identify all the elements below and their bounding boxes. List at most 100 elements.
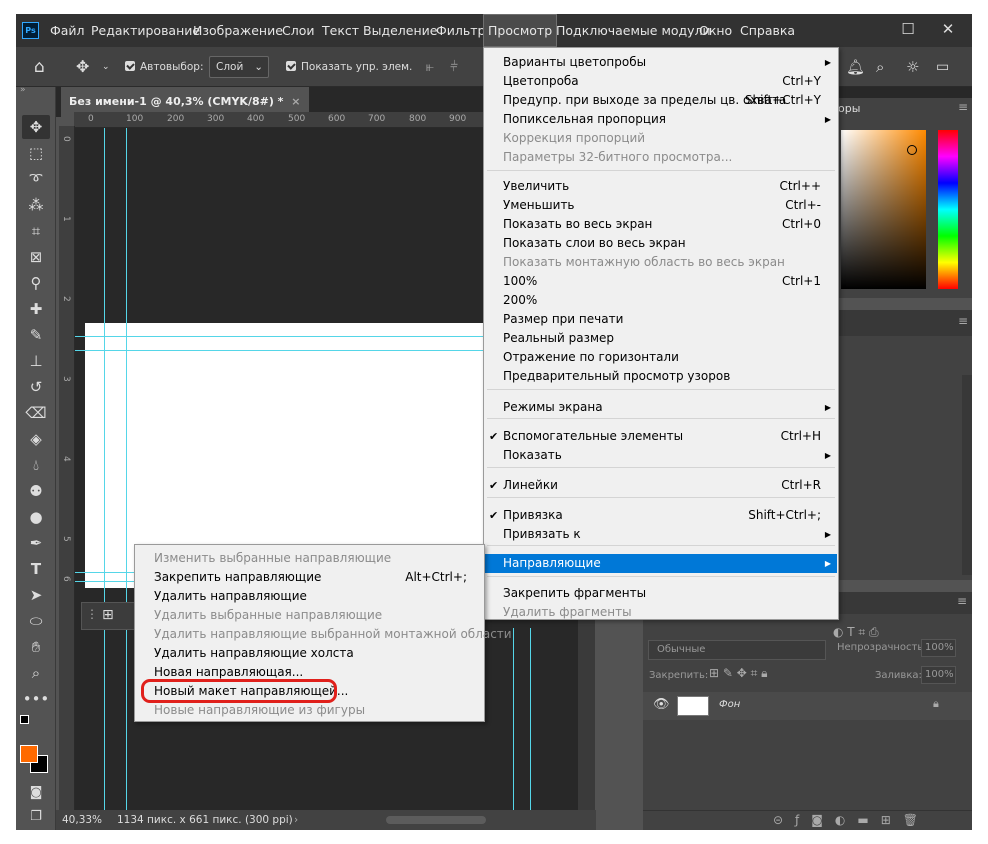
guide-vertical[interactable] (530, 628, 531, 826)
lock-icons[interactable]: ⊞ ✎ ✥ ⌗ 🔒︎ (709, 666, 768, 681)
panel-menu-icon[interactable]: ≡ (958, 100, 968, 114)
lightbulb-icon[interactable]: ☼ (906, 47, 919, 87)
collapse-icon[interactable]: » (20, 85, 26, 95)
view-menu-item[interactable]: Уменьшить Ctrl+- (485, 196, 837, 215)
view-menu-item[interactable]: Увеличить Ctrl++ (485, 177, 837, 196)
foreground-color-swatch[interactable] (20, 745, 38, 763)
view-menu-item[interactable]: Варианты цветопробы ▶ (485, 53, 837, 72)
search-icon[interactable]: ⌕ (876, 47, 884, 87)
guides-submenu-item[interactable]: Закрепить направляющие Alt+Ctrl+; (136, 568, 483, 587)
chevron-down-icon[interactable]: ⌄ (102, 47, 110, 87)
layer-row[interactable]: 👁︎ Фон 🔒︎ (643, 692, 972, 720)
view-menu-item[interactable]: Показать во весь экран Ctrl+0 (485, 215, 837, 234)
default-colors-icon[interactable] (20, 715, 29, 724)
pen-tool-icon[interactable]: ✒ (22, 531, 50, 555)
eye-icon[interactable]: 👁︎ (653, 697, 670, 712)
guide-horizontal[interactable] (75, 336, 545, 337)
menu-type[interactable]: Текст (318, 14, 363, 47)
menu-layers[interactable]: Слои (278, 14, 319, 47)
show-transform-checkbox[interactable]: Показать упр. элем. (286, 47, 412, 87)
menu-file[interactable]: Файл (46, 14, 89, 47)
guides-submenu-item[interactable]: Удалить направляющие выбранной монтажной… (136, 625, 512, 644)
image-icon[interactable]: ⊞ (102, 607, 114, 623)
view-menu-item[interactable]: Попиксельная пропорция ▶ (485, 110, 837, 129)
move-tool-icon[interactable]: ✥ (22, 115, 50, 139)
guide-horizontal[interactable] (75, 350, 545, 351)
healing-brush-tool-icon[interactable]: ✚ (22, 297, 50, 321)
guides-submenu-item[interactable]: Удалить выбранные направляющие (136, 606, 483, 625)
home-icon[interactable]: ⌂ (34, 47, 45, 87)
dodge-tool-icon[interactable]: ⚉ (22, 479, 50, 503)
zoom-tool-icon[interactable]: ⌕ (22, 661, 50, 685)
view-menu-item[interactable]: Направляющие ▶ (485, 554, 837, 573)
view-menu-item[interactable]: Размер при печати (485, 310, 837, 329)
horizontal-scrollbar[interactable] (386, 816, 486, 824)
menu-help[interactable]: Справка (736, 14, 799, 47)
guides-submenu-item[interactable]: Новые направляющие из фигуры (136, 701, 483, 720)
guide-vertical[interactable] (513, 628, 514, 826)
opacity-input[interactable]: 100% (921, 639, 956, 657)
quick-select-tool-icon[interactable]: ⁂ (22, 193, 50, 217)
view-menu-item[interactable]: Показать ▶ (485, 446, 837, 465)
autoselect-checkbox[interactable]: Автовыбор: (125, 47, 204, 87)
view-menu-item[interactable]: 100% Ctrl+1 (485, 272, 837, 291)
view-menu-item[interactable]: Реальный размер (485, 329, 837, 348)
view-menu-item[interactable]: Цветопроба Ctrl+Y (485, 72, 837, 91)
frame-tool-icon[interactable]: ⊠ (22, 245, 50, 269)
menu-select[interactable]: Выделение (359, 14, 441, 47)
burn-tool-icon[interactable]: ● (22, 505, 50, 529)
panel-menu-icon[interactable]: ≡ (957, 594, 967, 608)
align-center-icon[interactable]: ⫩ (450, 47, 458, 87)
menu-edit[interactable]: Редактирование (87, 14, 204, 47)
layer-name[interactable]: Фон (719, 699, 740, 710)
workspace-icon[interactable]: ▭ (936, 47, 949, 87)
path-select-tool-icon[interactable]: ➤ (22, 583, 50, 607)
menu-filter[interactable]: Фильтр (432, 14, 489, 47)
hand-tool-icon[interactable]: ✋︎ (22, 635, 50, 659)
menu-image[interactable]: Изображение (189, 14, 287, 47)
chevron-right-icon[interactable]: › (294, 810, 298, 830)
bell-icon[interactable]: 🔔︎ (846, 47, 865, 87)
marquee-tool-icon[interactable]: ⬚ (22, 141, 50, 165)
view-menu-item[interactable]: Показать слои во весь экран (485, 234, 837, 253)
blend-mode-dropdown[interactable]: Обычные (648, 640, 826, 660)
view-menu-item[interactable]: Отражение по горизонтали (485, 348, 837, 367)
document-info[interactable]: 1134 пикс. x 661 пикс. (300 ppi) (117, 810, 293, 830)
view-menu-item[interactable]: Предупр. при выходе за пределы цв. охват… (485, 91, 837, 110)
color-picker-ring[interactable] (907, 145, 917, 155)
eyedropper-tool-icon[interactable]: ⚲ (22, 271, 50, 295)
hue-slider[interactable] (938, 130, 958, 289)
more-tools-icon[interactable]: ••• (22, 687, 50, 711)
align-left-icon[interactable]: ⫦ (426, 47, 434, 87)
blur-tool-icon[interactable]: 💧︎ (22, 453, 50, 477)
view-menu-item[interactable]: ✔ Привязка Shift+Ctrl+; (485, 506, 837, 525)
maximize-button[interactable]: ☐ (888, 14, 928, 47)
view-menu-item[interactable]: 200% (485, 291, 837, 310)
view-menu-item[interactable]: ✔ Вспомогательные элементы Ctrl+H (485, 427, 837, 446)
filter-icons[interactable]: ◐ T ⌗ ⎙ (833, 625, 879, 640)
type-tool-icon[interactable]: T (22, 557, 50, 581)
zoom-level[interactable]: 40,33% (62, 810, 102, 830)
color-panel-tab[interactable]: оры (838, 102, 860, 115)
eraser-tool-icon[interactable]: ⌫ (22, 401, 50, 425)
quick-mask-icon[interactable]: ◙ (22, 781, 50, 805)
fill-input[interactable]: 100% (921, 666, 956, 684)
drag-handle-icon[interactable]: ⋮ (86, 607, 98, 621)
panel-scrollbar[interactable] (962, 375, 972, 575)
panel-menu-icon[interactable]: ≡ (958, 314, 968, 328)
guides-submenu-item[interactable]: Удалить направляющие холста (136, 644, 483, 663)
guides-submenu-item[interactable]: Изменить выбранные направляющие (136, 549, 483, 568)
paint-bucket-tool-icon[interactable]: ◈ (22, 427, 50, 451)
history-brush-tool-icon[interactable]: ↺ (22, 375, 50, 399)
photoshop-logo-icon[interactable]: Ps (22, 22, 39, 39)
view-menu-item[interactable]: Удалить фрагменты (485, 603, 837, 622)
view-menu-item[interactable]: Коррекция пропорций (485, 129, 837, 148)
view-menu-item[interactable]: ✔ Линейки Ctrl+R (485, 476, 837, 495)
brush-tool-icon[interactable]: ✎ (22, 323, 50, 347)
view-menu-item[interactable]: Привязать к ▶ (485, 525, 837, 544)
view-menu-item[interactable]: Параметры 32-битного просмотра... (485, 148, 837, 167)
menu-window[interactable]: Окно (695, 14, 736, 47)
layer-action-icons[interactable]: ⊝ƒ◙◐▬⊞🗑︎ (773, 813, 930, 827)
ruler-horizontal[interactable]: 0 100 200 300 400 500 600 700 800 900 (74, 112, 509, 128)
view-menu-item[interactable]: Предварительный просмотр узоров (485, 367, 837, 386)
